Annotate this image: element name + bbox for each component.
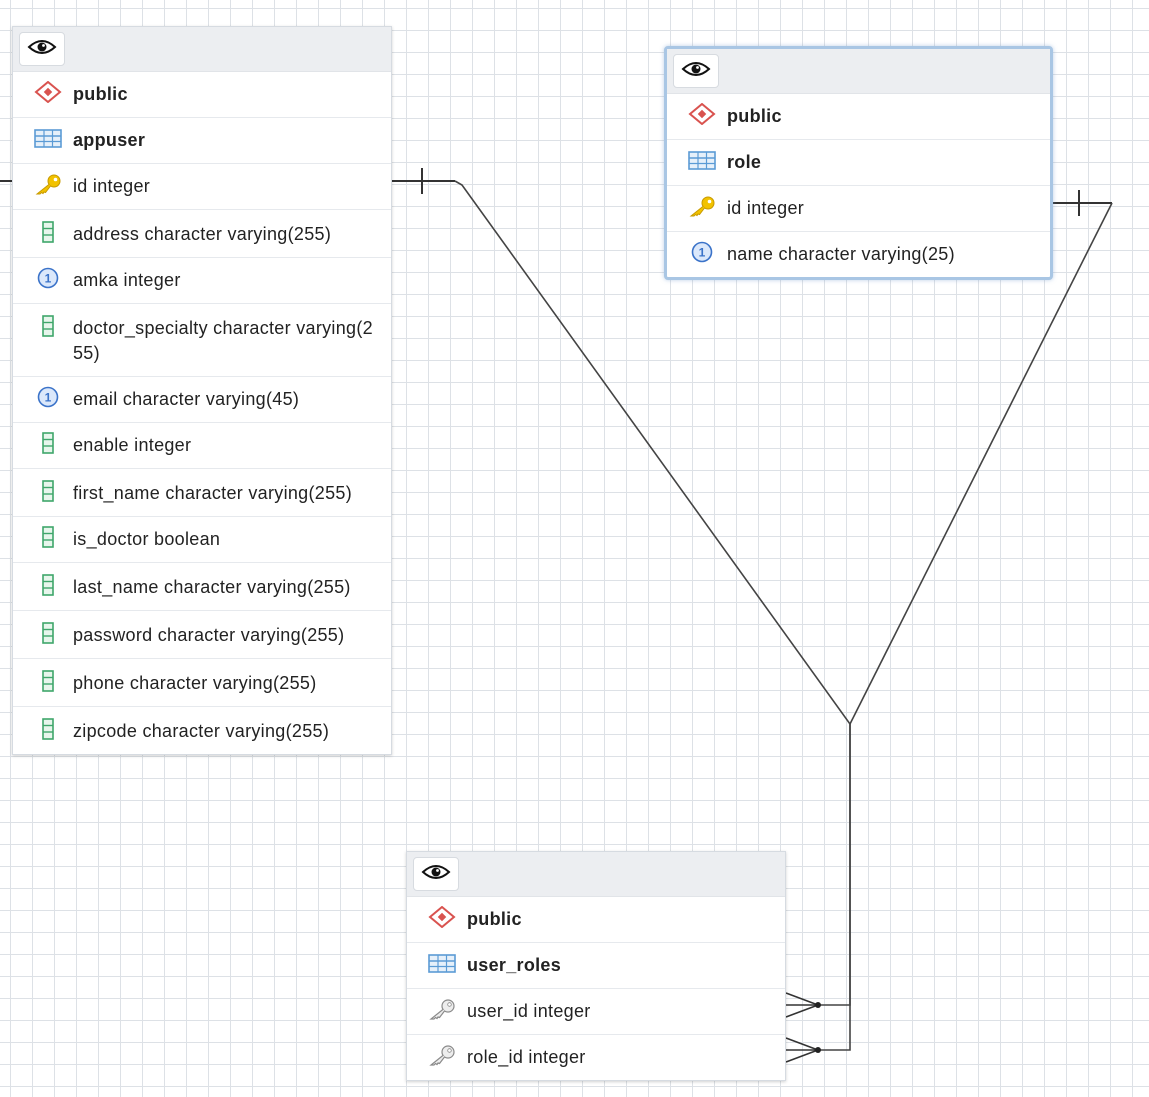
column-icon (33, 622, 63, 644)
table-name: appuser (73, 130, 146, 150)
column-icon (33, 480, 63, 502)
table-icon (33, 127, 63, 149)
column-row[interactable]: role_id integer (407, 1035, 785, 1080)
column-row[interactable]: 1 email character varying(45) (13, 377, 391, 423)
table-icon (687, 149, 717, 171)
many-marker (785, 992, 819, 1006)
entity-role[interactable]: public role id integer 1 name character … (664, 46, 1053, 280)
column-row[interactable]: is_doctor boolean (13, 517, 391, 563)
column-row[interactable]: enable integer (13, 423, 391, 469)
column-row[interactable]: last_name character varying(255) (13, 563, 391, 611)
column-row[interactable]: phone character varying(255) (13, 659, 391, 707)
svg-text:1: 1 (45, 391, 52, 405)
schema-name: public (467, 909, 522, 929)
schema-icon (427, 906, 457, 928)
svg-text:1: 1 (45, 272, 52, 286)
table-name-row: user_roles (407, 943, 785, 989)
entity-header (407, 852, 785, 897)
schema-icon (687, 103, 717, 125)
toggle-details-button[interactable] (19, 32, 65, 66)
eye-icon (421, 863, 451, 886)
column-row[interactable]: zipcode character varying(255) (13, 707, 391, 754)
unique-column-icon: 1 (33, 267, 63, 289)
column-row[interactable]: doctor_specialty character varying(255) (13, 304, 391, 377)
eye-icon (681, 60, 711, 83)
many-marker (785, 1037, 819, 1051)
table-name-row: role (667, 140, 1050, 186)
unique-column-icon: 1 (33, 386, 63, 408)
column-row[interactable]: id integer (667, 186, 1050, 232)
foreign-key-icon (427, 998, 457, 1020)
column-row[interactable]: user_id integer (407, 989, 785, 1035)
schema-icon (33, 81, 63, 103)
foreign-key-icon (427, 1044, 457, 1066)
column-row[interactable]: 1 amka integer (13, 258, 391, 304)
column-row[interactable]: 1 name character varying(25) (667, 232, 1050, 277)
svg-text:1: 1 (699, 246, 706, 260)
column-icon (33, 432, 63, 454)
entity-appuser[interactable]: public appuser id integer address charac… (12, 26, 392, 755)
table-name-row: appuser (13, 118, 391, 164)
relationship-role-user-roles[interactable] (785, 190, 1113, 1063)
table-name: role (727, 152, 762, 172)
column-icon (33, 315, 63, 337)
column-icon (33, 574, 63, 596)
entity-header (13, 27, 391, 72)
toggle-details-button[interactable] (413, 857, 459, 891)
toggle-details-button[interactable] (673, 54, 719, 88)
column-icon (33, 670, 63, 692)
column-row[interactable]: password character varying(255) (13, 611, 391, 659)
table-name: user_roles (467, 955, 562, 975)
schema-row: public (407, 897, 785, 943)
entity-user-roles[interactable]: public user_roles user_id integer role_i… (406, 851, 786, 1081)
column-icon (33, 221, 63, 243)
unique-column-icon: 1 (687, 241, 717, 263)
primary-key-icon (687, 195, 717, 217)
eye-icon (27, 38, 57, 61)
column-row[interactable]: id integer (13, 164, 391, 210)
entity-header (667, 49, 1050, 94)
schema-name: public (73, 84, 128, 104)
column-icon (33, 526, 63, 548)
column-row[interactable]: address character varying(255) (13, 210, 391, 258)
schema-row: public (667, 94, 1050, 140)
schema-row: public (13, 72, 391, 118)
column-icon (33, 718, 63, 740)
table-icon (427, 952, 457, 974)
primary-key-icon (33, 173, 63, 195)
column-row[interactable]: first_name character varying(255) (13, 469, 391, 517)
schema-name: public (727, 106, 782, 126)
